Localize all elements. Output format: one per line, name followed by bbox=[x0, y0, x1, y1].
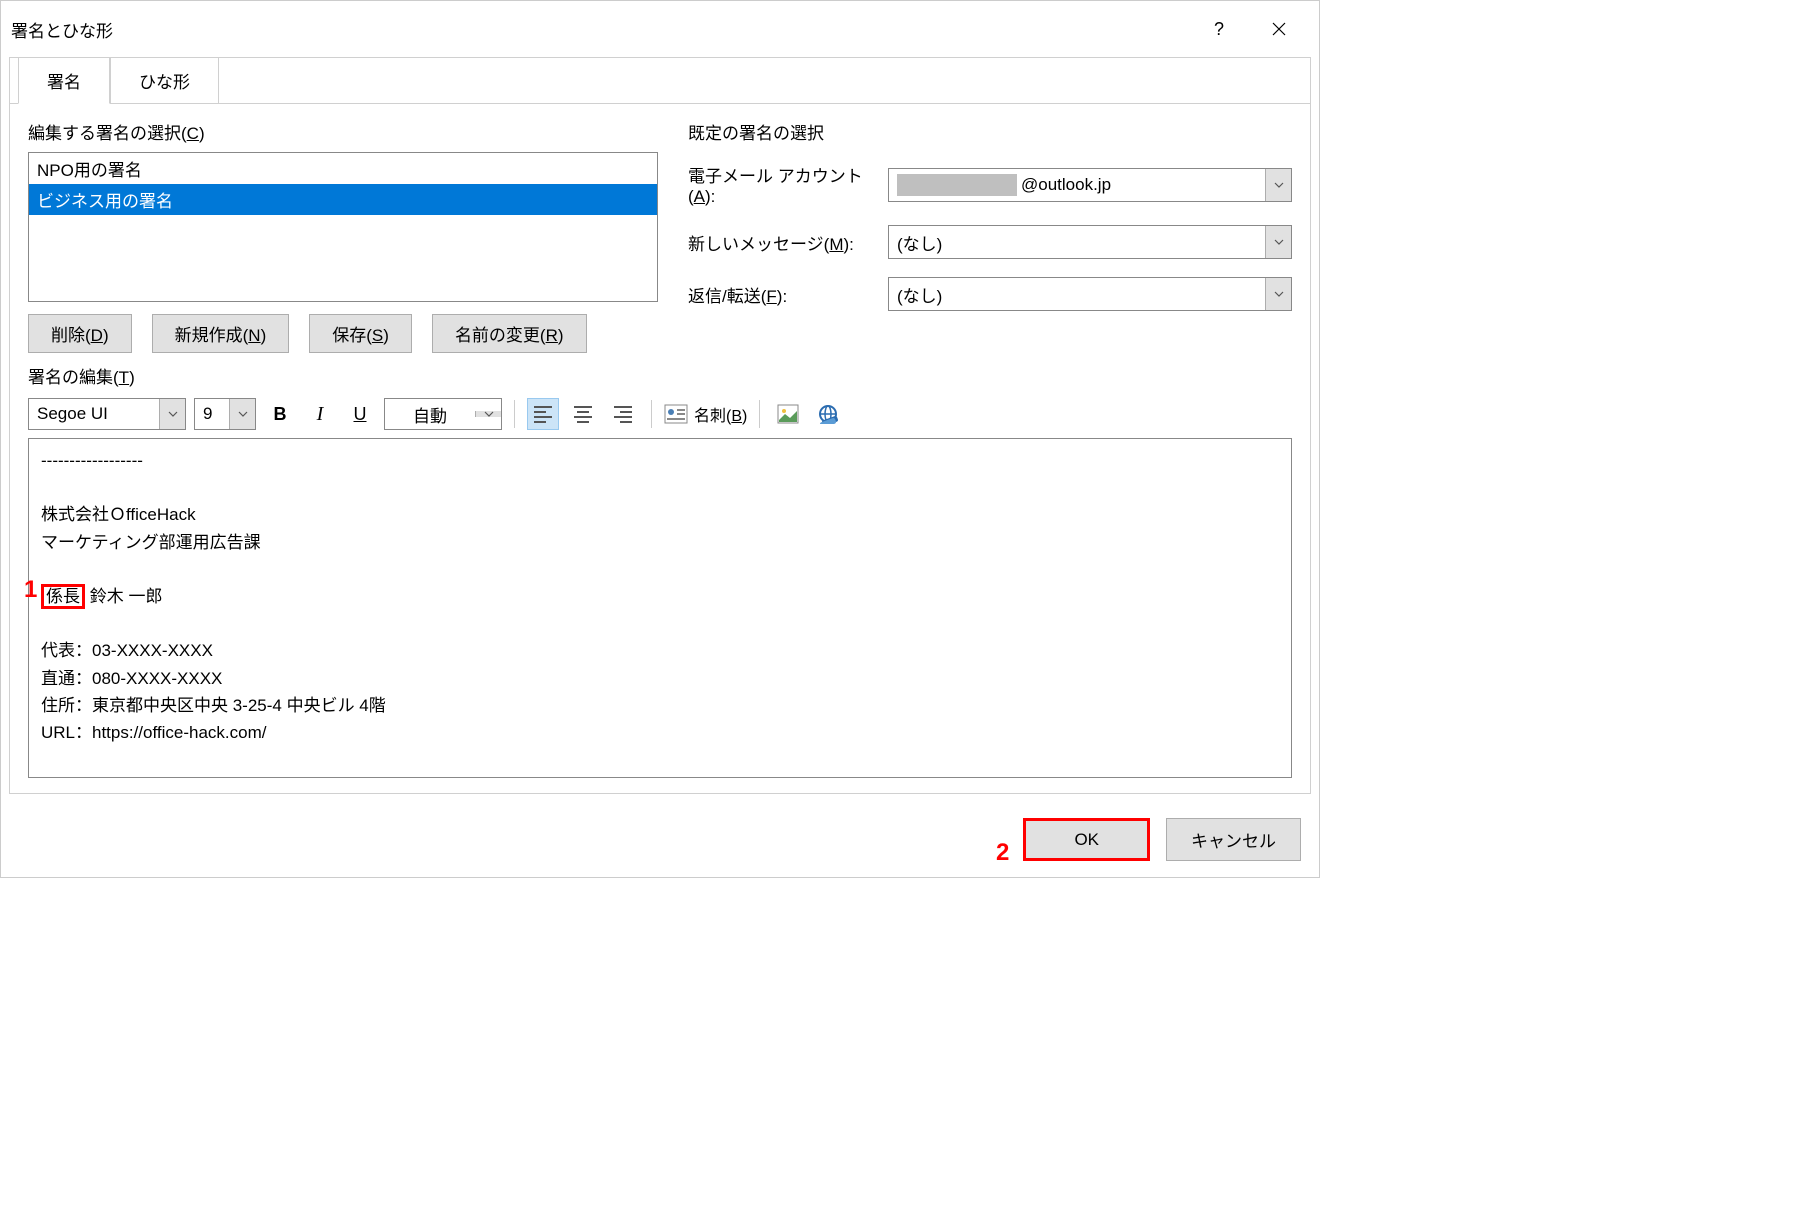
tab-signature[interactable]: 署名 bbox=[18, 57, 110, 104]
chevron-down-icon[interactable] bbox=[475, 411, 501, 417]
redacted-block bbox=[897, 174, 1017, 196]
titlebar: 署名とひな形 ? bbox=[1, 1, 1319, 57]
rename-button[interactable]: 名前の変更(R) bbox=[432, 314, 587, 353]
default-signature-heading: 既定の署名の選択 bbox=[688, 119, 1292, 144]
align-center-button[interactable] bbox=[567, 398, 599, 430]
signature-list-item[interactable]: NPO用の署名 bbox=[29, 153, 657, 184]
help-button[interactable]: ? bbox=[1189, 9, 1249, 49]
dialog-footer: OK キャンセル bbox=[1, 802, 1319, 877]
reply-forward-label: 返信/転送(F): bbox=[688, 282, 888, 307]
edit-signature-label: 署名の編集(T) bbox=[28, 363, 1292, 388]
content-area: 署名 ひな形 編集する署名の選択(C) NPO用の署名 ビジネス用の署名 削除(… bbox=[9, 57, 1311, 794]
delete-button[interactable]: 削除(D) bbox=[28, 314, 132, 353]
ok-button[interactable]: OK bbox=[1023, 818, 1150, 861]
toolbar-divider bbox=[651, 400, 652, 428]
chevron-down-icon[interactable] bbox=[1265, 278, 1291, 310]
editor-section: 署名の編集(T) Segoe UI 9 B I U 自動 bbox=[10, 363, 1310, 793]
toolbar-divider bbox=[514, 400, 515, 428]
insert-image-button[interactable] bbox=[772, 398, 804, 430]
italic-button[interactable]: I bbox=[304, 398, 336, 430]
highlighted-word: 係長 bbox=[41, 584, 85, 609]
save-button[interactable]: 保存(S) bbox=[309, 314, 412, 353]
new-button[interactable]: 新規作成(N) bbox=[152, 314, 290, 353]
toolbar-divider bbox=[759, 400, 760, 428]
email-account-label: 電子メール アカウント(A): bbox=[688, 162, 888, 207]
chevron-down-icon[interactable] bbox=[229, 399, 255, 429]
chevron-down-icon[interactable] bbox=[1265, 169, 1291, 201]
signature-editor[interactable]: ------------------ 株式会社ＯfficeHack マーケティン… bbox=[28, 438, 1292, 778]
chevron-down-icon[interactable] bbox=[159, 399, 185, 429]
new-message-combo[interactable]: (なし) bbox=[888, 225, 1292, 259]
font-name-combo[interactable]: Segoe UI bbox=[28, 398, 186, 430]
right-panel: 既定の署名の選択 電子メール アカウント(A): @outlook.jp 新しい… bbox=[688, 119, 1292, 353]
tab-strip: 署名 ひな形 bbox=[10, 57, 1310, 104]
select-signature-label: 編集する署名の選択(C) bbox=[28, 119, 658, 144]
chevron-down-icon[interactable] bbox=[1265, 226, 1291, 258]
close-button[interactable] bbox=[1249, 9, 1309, 49]
signature-list[interactable]: NPO用の署名 ビジネス用の署名 bbox=[28, 152, 658, 302]
signature-list-item[interactable]: ビジネス用の署名 bbox=[29, 184, 657, 215]
left-panel: 編集する署名の選択(C) NPO用の署名 ビジネス用の署名 削除(D) 新規作成… bbox=[28, 119, 658, 353]
dialog-title: 署名とひな形 bbox=[11, 17, 1189, 42]
business-card-icon bbox=[664, 404, 688, 424]
email-account-combo[interactable]: @outlook.jp bbox=[888, 168, 1292, 202]
insert-link-button[interactable] bbox=[812, 398, 844, 430]
tab-stationery[interactable]: ひな形 bbox=[110, 57, 219, 103]
bold-button[interactable]: B bbox=[264, 398, 296, 430]
underline-button[interactable]: U bbox=[344, 398, 376, 430]
font-color-combo[interactable]: 自動 bbox=[384, 398, 502, 430]
reply-forward-combo[interactable]: (なし) bbox=[888, 277, 1292, 311]
signatures-dialog: 署名とひな形 ? 署名 ひな形 編集する署名の選択(C) NPO用の署名 ビジネ… bbox=[0, 0, 1320, 878]
editor-toolbar: Segoe UI 9 B I U 自動 bbox=[28, 398, 1292, 430]
new-message-label: 新しいメッセージ(M): bbox=[688, 230, 888, 255]
align-right-button[interactable] bbox=[607, 398, 639, 430]
business-card-button[interactable]: 名刺(B) bbox=[664, 402, 747, 426]
cancel-button[interactable]: キャンセル bbox=[1166, 818, 1301, 861]
font-size-combo[interactable]: 9 bbox=[194, 398, 256, 430]
align-left-button[interactable] bbox=[527, 398, 559, 430]
